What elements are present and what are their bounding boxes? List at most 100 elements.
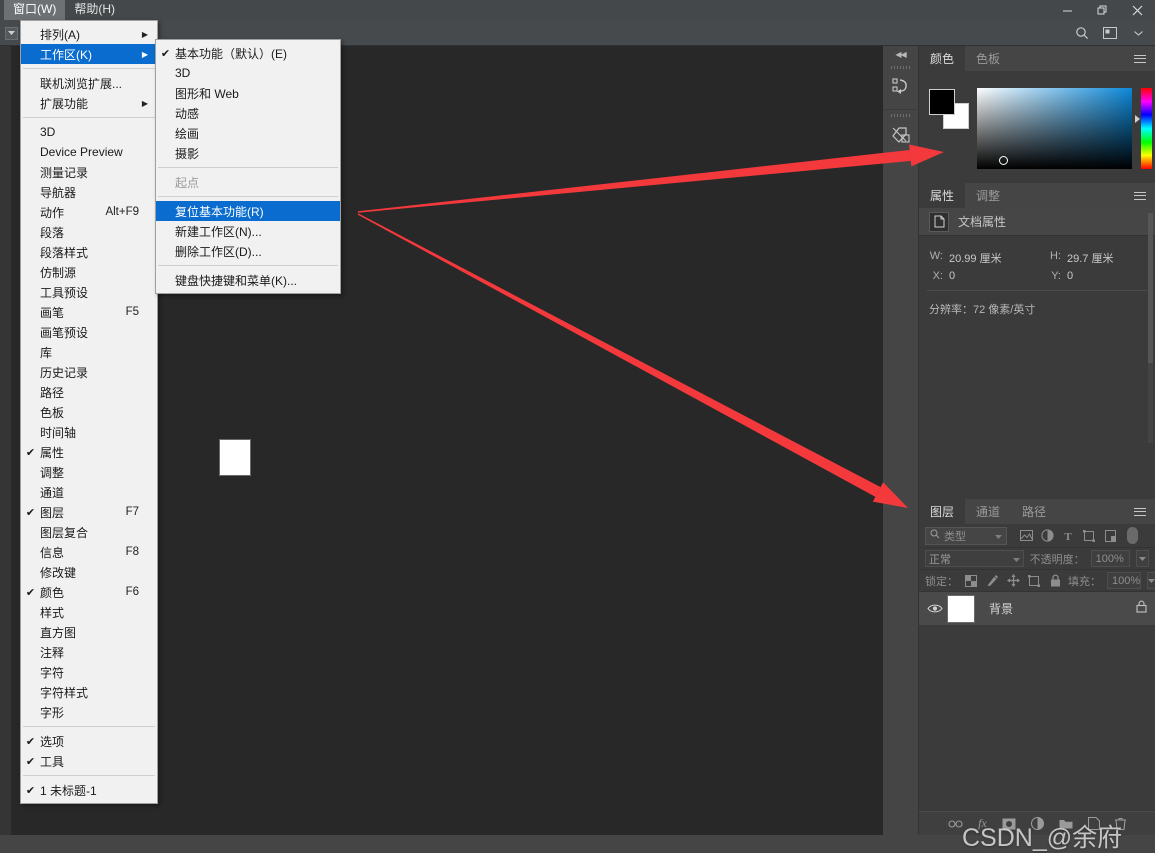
actions-panel-icon[interactable] [883, 110, 919, 158]
workspace-switcher-icon[interactable] [1097, 22, 1123, 44]
window-menu-item[interactable]: Device Preview [21, 142, 157, 162]
window-menu-item[interactable]: 动作 Alt+F9 [21, 202, 157, 222]
window-menu-item[interactable]: 联机浏览扩展... [21, 73, 157, 93]
window-menu-item[interactable]: 画笔预设 [21, 322, 157, 342]
window-menu-item[interactable]: 段落 [21, 222, 157, 242]
filter-shape-icon[interactable] [1082, 529, 1096, 543]
field-width[interactable]: W: 20.99 厘米 [919, 250, 1037, 266]
window-menu-item[interactable]: 字形 [21, 702, 157, 722]
workspace-menu-item[interactable]: ✔ 基本功能（默认）(E) [156, 43, 340, 63]
lock-all-icon[interactable] [1048, 574, 1062, 588]
filter-adjustment-icon[interactable] [1040, 529, 1054, 543]
window-menu-item[interactable]: ✔ 颜色 F6 [21, 582, 157, 602]
workspace-menu-item[interactable]: 3D [156, 63, 340, 83]
window-menu-item[interactable]: 路径 [21, 382, 157, 402]
window-menu-item[interactable]: ✔ 图层 F7 [21, 502, 157, 522]
window-menu-item[interactable]: 3D [21, 122, 157, 142]
tab-swatches[interactable]: 色板 [965, 46, 1011, 71]
window-menu-item[interactable]: 排列(A) ▶ [21, 24, 157, 44]
window-menu-item[interactable]: 调整 [21, 462, 157, 482]
window-menu-item[interactable]: 通道 [21, 482, 157, 502]
hue-slider[interactable] [1141, 88, 1152, 169]
workspace-menu-item[interactable]: 删除工作区(D)... [156, 241, 340, 261]
filter-pixel-icon[interactable] [1019, 529, 1033, 543]
window-menu-item[interactable]: 导航器 [21, 182, 157, 202]
workspace-menu-item[interactable]: 新建工作区(N)... [156, 221, 340, 241]
blend-mode-select[interactable]: 正常 [925, 550, 1024, 567]
close-button[interactable] [1120, 0, 1155, 20]
window-menu-item[interactable]: 图层复合 [21, 522, 157, 542]
tab-channels[interactable]: 通道 [965, 499, 1011, 524]
layer-row-background[interactable]: 背景 [919, 592, 1155, 626]
window-menu-item[interactable]: 直方图 [21, 622, 157, 642]
window-menu-item[interactable]: 历史记录 [21, 362, 157, 382]
filter-type-icon[interactable]: T [1061, 529, 1075, 543]
layer-filter-type-select[interactable]: 类型 [925, 526, 1007, 545]
lock-position-icon[interactable] [1006, 574, 1020, 588]
window-menu-item[interactable]: 字符 [21, 662, 157, 682]
document-canvas[interactable] [219, 439, 251, 476]
restore-button[interactable] [1085, 0, 1120, 20]
fill-value[interactable]: 100% [1107, 572, 1142, 589]
window-menu-item[interactable]: 画笔 F5 [21, 302, 157, 322]
workspace-menu-item[interactable]: 绘画 [156, 123, 340, 143]
window-menu-item[interactable]: ✔ 选项 [21, 731, 157, 751]
lock-image-pixels-icon[interactable] [985, 574, 999, 588]
window-menu-item[interactable]: ✔ 工具 [21, 751, 157, 771]
window-menu-item[interactable]: 样式 [21, 602, 157, 622]
tool-preset-picker[interactable] [0, 20, 22, 46]
opacity-value[interactable]: 100% [1090, 550, 1130, 567]
window-menu-item[interactable]: 扩展功能 ▶ [21, 93, 157, 113]
menubar-item-window[interactable]: 窗口(W) [4, 0, 66, 20]
tab-adjustments[interactable]: 调整 [965, 183, 1011, 208]
workspace-menu-item[interactable]: 复位基本功能(R) [156, 201, 340, 221]
layer-thumbnail[interactable] [947, 594, 975, 623]
window-menu-item[interactable]: 色板 [21, 402, 157, 422]
tab-layers[interactable]: 图层 [919, 499, 966, 524]
tools-panel-strip[interactable] [0, 46, 12, 835]
window-menu-item[interactable]: 修改键 [21, 562, 157, 582]
field-y[interactable]: Y: 0 [1037, 270, 1155, 282]
window-menu-item[interactable]: 段落样式 [21, 242, 157, 262]
workspace-menu-item[interactable]: 图形和 Web [156, 83, 340, 103]
tab-properties[interactable]: 属性 [919, 183, 966, 208]
window-menu-item[interactable]: 仿制源 [21, 262, 157, 282]
window-menu-item[interactable]: ✔ 属性 [21, 442, 157, 462]
window-menu-item[interactable]: 库 [21, 342, 157, 362]
window-menu-item[interactable]: 时间轴 [21, 422, 157, 442]
window-menu-item[interactable]: ✔ 1 未标题-1 [21, 780, 157, 800]
history-panel-icon[interactable] [883, 62, 919, 110]
foreground-color-swatch[interactable] [929, 89, 955, 115]
properties-scrollbar[interactable] [1148, 213, 1153, 443]
lock-artboard-nesting-icon[interactable] [1027, 574, 1041, 588]
layer-visibility-eye-icon[interactable] [925, 603, 945, 614]
workspace-menu-item[interactable]: 摄影 [156, 143, 340, 163]
window-menu-item[interactable]: 工具预设 [21, 282, 157, 302]
chevron-down-icon[interactable] [4, 26, 18, 40]
window-menu-item[interactable]: 注释 [21, 642, 157, 662]
tab-color[interactable]: 颜色 [919, 46, 966, 71]
link-layers-icon[interactable] [948, 819, 963, 828]
collapse-dock-button[interactable]: ◀◀ [883, 46, 918, 62]
workspace-chevron-down-icon[interactable] [1125, 22, 1151, 44]
saturation-value-field[interactable] [977, 88, 1132, 169]
window-menu-item[interactable]: 测量记录 [21, 162, 157, 182]
search-icon[interactable] [1069, 22, 1095, 44]
opacity-stepper[interactable] [1135, 550, 1149, 567]
window-menu-item[interactable]: 信息 F8 [21, 542, 157, 562]
layers-panel-menu-icon[interactable] [1131, 499, 1149, 524]
minimize-button[interactable] [1050, 0, 1085, 20]
window-menu-item[interactable]: 工作区(K) ▶ [21, 44, 157, 64]
tab-paths[interactable]: 路径 [1011, 499, 1057, 524]
menubar-item-help[interactable]: 帮助(H) [65, 0, 124, 20]
lock-transparent-pixels-icon[interactable] [964, 574, 978, 588]
properties-panel-menu-icon[interactable] [1131, 183, 1149, 208]
filter-enable-toggle[interactable] [1127, 527, 1138, 544]
workspace-menu-item[interactable]: 键盘快捷键和菜单(K)... [156, 270, 340, 290]
workspace-menu-item[interactable]: 动感 [156, 103, 340, 123]
filter-smartobject-icon[interactable] [1103, 529, 1117, 543]
color-panel-menu-icon[interactable] [1131, 46, 1149, 71]
workspace-submenu[interactable]: ✔ 基本功能（默认）(E) 3D 图形和 Web 动感 绘画 摄影 起点 复位基本功能(R) 新建… [155, 39, 341, 294]
window-menu-dropdown[interactable]: 排列(A) ▶ 工作区(K) ▶ 联机浏览扩展... 扩展功能 ▶ 3D Device Prev… [20, 20, 158, 804]
field-height[interactable]: H: 29.7 厘米 [1037, 250, 1155, 266]
